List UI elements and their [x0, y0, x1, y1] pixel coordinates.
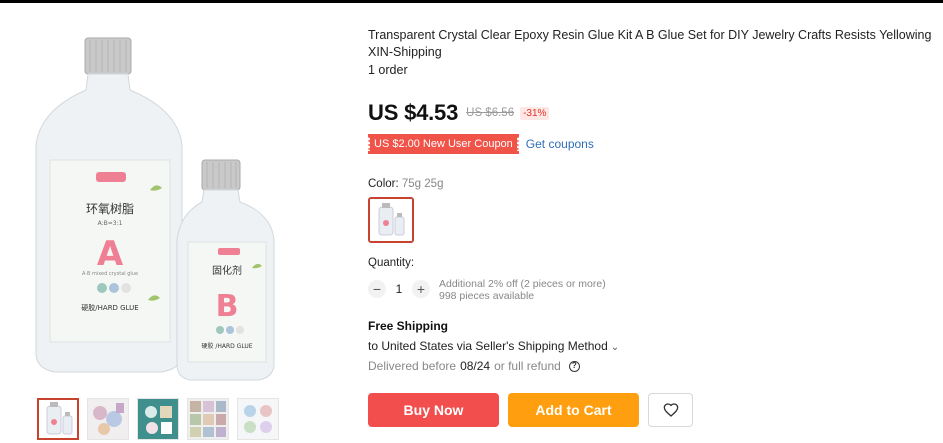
quantity-stepper: − 1 +: [368, 280, 430, 298]
label-a-cn: 环氧树脂: [86, 201, 134, 216]
label-a-small: A·B mixed crystal glue: [82, 271, 138, 277]
new-user-coupon-badge[interactable]: US $2.00 New User Coupon: [366, 134, 521, 154]
collage-thumb-icon: [188, 399, 228, 439]
label-a-en: 硬胶/HARD GLUE: [81, 303, 138, 312]
thumbnail-5[interactable]: [237, 398, 279, 440]
thumbnail-3[interactable]: [137, 398, 179, 440]
get-coupons-link[interactable]: Get coupons: [526, 137, 594, 151]
help-icon[interactable]: ?: [568, 360, 580, 372]
add-to-cart-button[interactable]: Add to Cart: [508, 393, 639, 427]
shipping-method-selector[interactable]: to United States via Seller's Shipping M…: [368, 339, 619, 353]
quantity-info: Additional 2% off (2 pieces or more) 998…: [439, 278, 606, 302]
bulk-discount-note: Additional 2% off (2 pieces or more): [439, 278, 606, 290]
label-b-cn: 固化剂: [212, 264, 242, 277]
pieces-available: 998 pieces available: [439, 290, 535, 302]
label-b-letter: B: [216, 289, 239, 324]
label-a-ratio: A:B=3:1: [98, 220, 123, 227]
delivery-estimate: Delivered before 08/24 or full refund ?: [368, 359, 580, 373]
discount-badge: -31%: [520, 106, 550, 120]
main-product-image[interactable]: 环氧树脂 A:B=3:1 A A·B mixed crystal glue 硬胶…: [30, 20, 330, 385]
coupon-row: US $2.00 New User Coupon Get coupons: [366, 134, 594, 154]
quantity-decrease-button[interactable]: −: [368, 280, 386, 298]
wishlist-button[interactable]: [648, 393, 693, 427]
buy-now-button[interactable]: Buy Now: [368, 393, 499, 427]
label-b-en: 硬胶 /HARD GLUE: [201, 342, 252, 350]
color-row: Color: 75g 25g: [368, 178, 443, 190]
current-price: US $4.53: [368, 100, 459, 125]
bottles-swatch-icon: [370, 199, 412, 241]
shipping-method-text: to United States via Seller's Shipping M…: [368, 339, 608, 353]
top-border: [0, 0, 943, 3]
order-count: 1 order: [368, 63, 408, 77]
chevron-down-icon: ⌄: [610, 342, 620, 353]
quantity-increase-button[interactable]: +: [412, 280, 430, 298]
color-swatch-75g-25g[interactable]: [368, 197, 414, 243]
quantity-input[interactable]: 1: [392, 282, 406, 296]
price-row: US $4.53 US $6.56 -31%: [368, 100, 550, 126]
thumbnail-1[interactable]: [37, 398, 79, 440]
label-a-letter: A: [97, 234, 124, 274]
delivery-suffix: or full refund: [494, 359, 561, 373]
shipping-title: Free Shipping: [368, 319, 449, 333]
color-label: Color:: [368, 178, 399, 190]
quantity-label: Quantity:: [368, 257, 415, 269]
jewelry-thumb-icon: [238, 399, 278, 439]
thumbnail-4[interactable]: [187, 398, 229, 440]
resin-crafts-thumb-icon: [88, 399, 128, 439]
delivery-prefix: Delivered before: [368, 359, 457, 373]
thumbnail-strip: [37, 398, 279, 442]
resin-bottles-illustration: 环氧树脂 A:B=3:1 A A·B mixed crystal glue 硬胶…: [35, 37, 275, 381]
color-value: 75g 25g: [401, 178, 444, 190]
product-title: Transparent Crystal Clear Epoxy Resin Gl…: [368, 28, 932, 59]
original-price: US $6.56: [466, 107, 515, 119]
bottles-thumb-icon: [39, 400, 77, 438]
teal-crafts-thumb-icon: [138, 399, 178, 439]
heart-icon: [663, 403, 678, 417]
thumbnail-2[interactable]: [87, 398, 129, 440]
delivery-date: 08/24: [460, 359, 491, 373]
